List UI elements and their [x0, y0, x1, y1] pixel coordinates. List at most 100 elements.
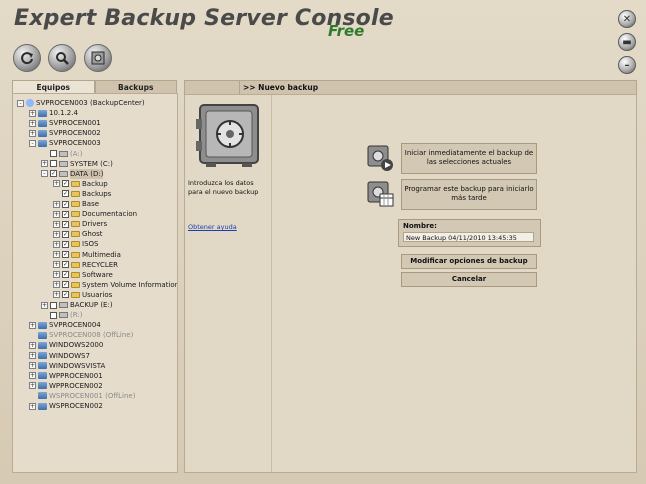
tree-item[interactable]: + ✓ RECYCLER: [53, 260, 118, 270]
close-button[interactable]: ✕: [618, 10, 636, 28]
computer-icon: [38, 321, 47, 329]
minimize-to-tray-button[interactable]: ▬: [618, 33, 636, 51]
tree-item[interactable]: (R:): [41, 310, 82, 320]
left-tabs: Equipos Backups: [12, 80, 177, 93]
tree-item[interactable]: + WSPROCEN002: [29, 401, 103, 411]
computer-icon: [38, 341, 47, 349]
tree-item[interactable]: + WPPROCEN001: [29, 371, 103, 381]
expand-toggle-icon[interactable]: -: [41, 170, 48, 178]
expand-toggle-icon[interactable]: +: [53, 251, 60, 258]
search-button[interactable]: [48, 44, 76, 72]
expand-toggle-icon[interactable]: +: [53, 210, 60, 218]
expand-toggle-icon[interactable]: +: [41, 301, 48, 309]
tree-checkbox[interactable]: ✓: [62, 291, 69, 299]
expand-toggle-icon[interactable]: -: [17, 99, 24, 107]
start-now-button[interactable]: Iniciar inmediatamente el backup de las …: [401, 142, 537, 174]
tree-item[interactable]: + SVPROCEN001: [29, 118, 101, 128]
tree-item[interactable]: + ✓ System Volume Information: [53, 280, 177, 290]
tree-checkbox[interactable]: ✓: [62, 240, 69, 248]
tree-checkbox[interactable]: ✓: [62, 200, 69, 208]
tree-item[interactable]: + ✓ Drivers: [53, 219, 107, 229]
expand-toggle-icon[interactable]: +: [53, 271, 60, 279]
refresh-button[interactable]: [13, 44, 41, 72]
tree-item[interactable]: + ✓ ISOS: [53, 239, 98, 249]
expand-toggle-icon[interactable]: +: [53, 261, 60, 269]
expand-toggle-icon[interactable]: +: [53, 200, 60, 208]
tab-backups[interactable]: Backups: [94, 80, 177, 93]
tree-item-label: SVPROCEN003: [49, 139, 101, 148]
expand-toggle-icon[interactable]: +: [29, 372, 36, 380]
tree-checkbox[interactable]: [50, 160, 57, 168]
tree-checkbox[interactable]: [50, 301, 57, 309]
modify-options-button[interactable]: Modificar opciones de backup: [401, 254, 537, 269]
tab-equipos[interactable]: Equipos: [12, 80, 95, 93]
tree-checkbox[interactable]: ✓: [62, 281, 69, 289]
tree-item[interactable]: + WINDOWS7: [29, 351, 90, 361]
tree-item[interactable]: +10.1.2.4: [29, 108, 78, 118]
tree-checkbox[interactable]: ✓: [62, 190, 69, 198]
tree-item[interactable]: + ✓ Multimedia: [53, 250, 121, 260]
tree-checkbox[interactable]: ✓: [62, 220, 69, 228]
tree-item[interactable]: + WINDOWS2000: [29, 340, 103, 350]
expand-toggle-icon[interactable]: +: [53, 220, 60, 228]
tree-item-label: (A:): [70, 149, 83, 158]
tree-item[interactable]: + SYSTEM (C:): [41, 159, 113, 169]
help-link[interactable]: Obtener ayuda: [188, 223, 237, 231]
tree-item-label: WINDOWSVISTA: [49, 361, 106, 370]
tree-item[interactable]: + ✓ Ghost: [53, 229, 103, 239]
tree-item[interactable]: + SVPROCEN004: [29, 320, 101, 330]
tree-checkbox[interactable]: [50, 311, 57, 319]
expand-toggle-icon[interactable]: +: [29, 402, 36, 410]
folder-icon: [71, 241, 80, 248]
name-label: Nombre:: [403, 222, 437, 230]
tree-checkbox[interactable]: ✓: [62, 261, 69, 269]
expand-toggle-icon[interactable]: +: [29, 321, 36, 329]
safe-button[interactable]: [84, 44, 112, 72]
expand-toggle-icon[interactable]: +: [29, 341, 36, 349]
tree-checkbox[interactable]: ✓: [62, 230, 69, 238]
tree-item[interactable]: + ✓ Documentacion: [53, 209, 137, 219]
minimize-button[interactable]: –: [618, 56, 636, 74]
expand-toggle-icon[interactable]: +: [53, 281, 60, 289]
tree-checkbox[interactable]: [50, 150, 57, 157]
tree-checkbox[interactable]: ✓: [62, 251, 69, 258]
close-icon: ✕: [622, 13, 632, 25]
tree-item[interactable]: - SVPROCEN003: [29, 138, 101, 148]
tree-item[interactable]: WSPROCEN001 (OffLine): [29, 391, 135, 401]
tree-checkbox[interactable]: ✓: [62, 271, 69, 279]
tree-checkbox[interactable]: ✓: [50, 170, 57, 178]
expand-toggle-icon[interactable]: +: [53, 180, 60, 188]
expand-toggle-icon[interactable]: +: [53, 230, 60, 238]
tree-item[interactable]: + ✓ Usuarios: [53, 290, 112, 300]
tree-item[interactable]: + ✓ Backup: [53, 179, 108, 189]
expand-toggle-icon[interactable]: +: [29, 129, 36, 137]
tree-checkbox[interactable]: ✓: [62, 210, 69, 218]
expand-toggle-icon[interactable]: +: [29, 352, 36, 359]
expand-toggle-icon[interactable]: +: [29, 119, 36, 127]
tree-item[interactable]: + SVPROCEN002: [29, 128, 101, 138]
expand-toggle-icon[interactable]: +: [53, 240, 60, 248]
tree-item[interactable]: SVPROCEN008 (OffLine): [29, 330, 133, 340]
expand-toggle-icon[interactable]: -: [29, 139, 36, 147]
tree-item[interactable]: ✓ Backups: [53, 189, 111, 199]
expand-toggle-icon[interactable]: +: [53, 291, 60, 299]
expand-toggle-icon[interactable]: +: [29, 362, 36, 370]
tree-item[interactable]: - ✓ DATA (D:): [41, 168, 104, 179]
name-input[interactable]: New Backup 04/11/2010 13:45:35: [403, 232, 534, 242]
tree-item-label: ISOS: [82, 240, 99, 249]
tree-item[interactable]: - SVPROCEN003 (BackupCenter): [17, 98, 145, 108]
tree-item[interactable]: + ✓ Base: [53, 199, 99, 209]
tree-checkbox[interactable]: ✓: [62, 180, 69, 188]
expand-toggle-icon[interactable]: +: [41, 160, 48, 168]
tree-item[interactable]: + BACKUP (E:): [41, 300, 113, 310]
schedule-button[interactable]: Programar este backup para iniciarlo más…: [401, 178, 537, 210]
tree-item[interactable]: (A:): [41, 149, 83, 159]
tree-item-label: 10.1.2.4: [49, 109, 78, 118]
expand-toggle-icon[interactable]: +: [29, 382, 36, 390]
cancel-button[interactable]: Cancelar: [401, 272, 537, 287]
tree-item[interactable]: + ✓ Software: [53, 270, 113, 280]
expand-toggle-icon[interactable]: +: [29, 109, 36, 117]
tree-item[interactable]: + WPPROCEN002: [29, 381, 103, 391]
tree-item[interactable]: + WINDOWSVISTA: [29, 361, 105, 371]
computer-tree[interactable]: - SVPROCEN003 (BackupCenter) +10.1.2.4 + SVP…: [12, 93, 178, 473]
